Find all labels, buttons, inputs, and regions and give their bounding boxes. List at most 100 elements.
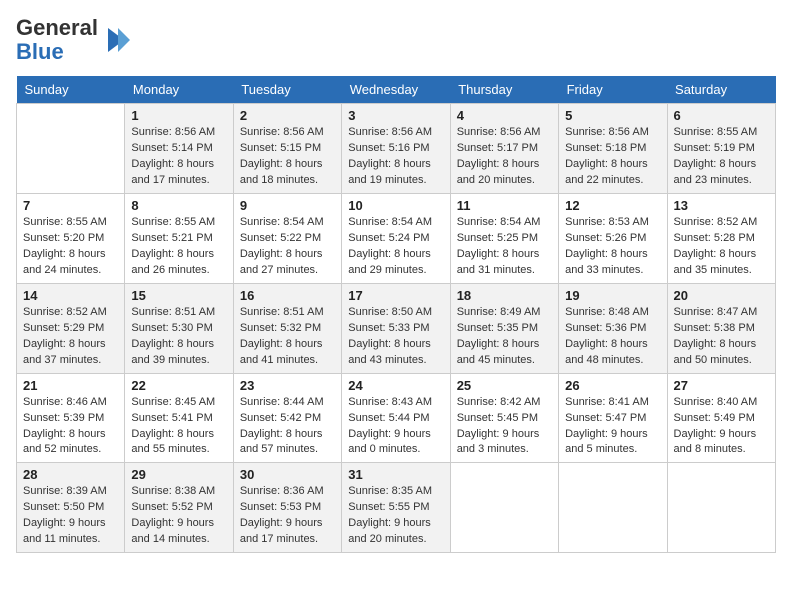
calendar-cell: 5 Sunrise: 8:56 AMSunset: 5:18 PMDayligh… (559, 104, 667, 194)
calendar-cell: 26 Sunrise: 8:41 AMSunset: 5:47 PMDaylig… (559, 373, 667, 463)
day-number: 3 (348, 108, 443, 123)
day-number: 14 (23, 288, 118, 303)
logo-icon (100, 24, 132, 56)
day-number: 28 (23, 467, 118, 482)
calendar-cell: 17 Sunrise: 8:50 AMSunset: 5:33 PMDaylig… (342, 283, 450, 373)
logo-blue-text: Blue (16, 39, 64, 64)
day-number: 24 (348, 378, 443, 393)
header-day-tuesday: Tuesday (233, 76, 341, 104)
day-number: 6 (674, 108, 769, 123)
day-number: 18 (457, 288, 552, 303)
day-info: Sunrise: 8:39 AMSunset: 5:50 PMDaylight:… (23, 485, 107, 545)
page-header: General Blue (16, 16, 776, 64)
day-info: Sunrise: 8:56 AMSunset: 5:14 PMDaylight:… (131, 126, 215, 186)
calendar-cell (450, 463, 558, 553)
day-number: 10 (348, 198, 443, 213)
calendar-table: SundayMondayTuesdayWednesdayThursdayFrid… (16, 76, 776, 553)
calendar-cell: 4 Sunrise: 8:56 AMSunset: 5:17 PMDayligh… (450, 104, 558, 194)
day-number: 26 (565, 378, 660, 393)
day-number: 25 (457, 378, 552, 393)
day-info: Sunrise: 8:52 AMSunset: 5:28 PMDaylight:… (674, 216, 758, 276)
calendar-cell: 28 Sunrise: 8:39 AMSunset: 5:50 PMDaylig… (17, 463, 125, 553)
calendar-cell: 24 Sunrise: 8:43 AMSunset: 5:44 PMDaylig… (342, 373, 450, 463)
header-day-wednesday: Wednesday (342, 76, 450, 104)
calendar-cell: 3 Sunrise: 8:56 AMSunset: 5:16 PMDayligh… (342, 104, 450, 194)
day-info: Sunrise: 8:54 AMSunset: 5:24 PMDaylight:… (348, 216, 432, 276)
day-info: Sunrise: 8:50 AMSunset: 5:33 PMDaylight:… (348, 306, 432, 366)
day-info: Sunrise: 8:51 AMSunset: 5:30 PMDaylight:… (131, 306, 215, 366)
calendar-cell: 2 Sunrise: 8:56 AMSunset: 5:15 PMDayligh… (233, 104, 341, 194)
day-info: Sunrise: 8:40 AMSunset: 5:49 PMDaylight:… (674, 396, 758, 456)
day-info: Sunrise: 8:56 AMSunset: 5:16 PMDaylight:… (348, 126, 432, 186)
day-info: Sunrise: 8:51 AMSunset: 5:32 PMDaylight:… (240, 306, 324, 366)
calendar-cell: 31 Sunrise: 8:35 AMSunset: 5:55 PMDaylig… (342, 463, 450, 553)
day-info: Sunrise: 8:56 AMSunset: 5:17 PMDaylight:… (457, 126, 541, 186)
day-info: Sunrise: 8:44 AMSunset: 5:42 PMDaylight:… (240, 396, 324, 456)
day-info: Sunrise: 8:36 AMSunset: 5:53 PMDaylight:… (240, 485, 324, 545)
calendar-cell: 11 Sunrise: 8:54 AMSunset: 5:25 PMDaylig… (450, 194, 558, 284)
day-info: Sunrise: 8:48 AMSunset: 5:36 PMDaylight:… (565, 306, 649, 366)
calendar-cell: 14 Sunrise: 8:52 AMSunset: 5:29 PMDaylig… (17, 283, 125, 373)
day-info: Sunrise: 8:46 AMSunset: 5:39 PMDaylight:… (23, 396, 107, 456)
calendar-cell: 1 Sunrise: 8:56 AMSunset: 5:14 PMDayligh… (125, 104, 233, 194)
day-info: Sunrise: 8:38 AMSunset: 5:52 PMDaylight:… (131, 485, 215, 545)
day-number: 29 (131, 467, 226, 482)
calendar-cell: 16 Sunrise: 8:51 AMSunset: 5:32 PMDaylig… (233, 283, 341, 373)
calendar-cell: 13 Sunrise: 8:52 AMSunset: 5:28 PMDaylig… (667, 194, 775, 284)
calendar-cell: 19 Sunrise: 8:48 AMSunset: 5:36 PMDaylig… (559, 283, 667, 373)
calendar-cell: 23 Sunrise: 8:44 AMSunset: 5:42 PMDaylig… (233, 373, 341, 463)
calendar-header-row: SundayMondayTuesdayWednesdayThursdayFrid… (17, 76, 776, 104)
calendar-cell: 18 Sunrise: 8:49 AMSunset: 5:35 PMDaylig… (450, 283, 558, 373)
day-number: 5 (565, 108, 660, 123)
calendar-cell (559, 463, 667, 553)
header-day-monday: Monday (125, 76, 233, 104)
day-number: 12 (565, 198, 660, 213)
calendar-cell: 8 Sunrise: 8:55 AMSunset: 5:21 PMDayligh… (125, 194, 233, 284)
logo: General Blue (16, 16, 132, 64)
calendar-cell: 25 Sunrise: 8:42 AMSunset: 5:45 PMDaylig… (450, 373, 558, 463)
day-number: 1 (131, 108, 226, 123)
day-info: Sunrise: 8:55 AMSunset: 5:19 PMDaylight:… (674, 126, 758, 186)
day-number: 27 (674, 378, 769, 393)
calendar-cell: 12 Sunrise: 8:53 AMSunset: 5:26 PMDaylig… (559, 194, 667, 284)
day-number: 23 (240, 378, 335, 393)
day-number: 16 (240, 288, 335, 303)
day-info: Sunrise: 8:49 AMSunset: 5:35 PMDaylight:… (457, 306, 541, 366)
day-number: 31 (348, 467, 443, 482)
day-info: Sunrise: 8:42 AMSunset: 5:45 PMDaylight:… (457, 396, 541, 456)
calendar-cell: 20 Sunrise: 8:47 AMSunset: 5:38 PMDaylig… (667, 283, 775, 373)
day-number: 15 (131, 288, 226, 303)
calendar-week-row: 14 Sunrise: 8:52 AMSunset: 5:29 PMDaylig… (17, 283, 776, 373)
day-info: Sunrise: 8:54 AMSunset: 5:25 PMDaylight:… (457, 216, 541, 276)
day-number: 8 (131, 198, 226, 213)
calendar-week-row: 21 Sunrise: 8:46 AMSunset: 5:39 PMDaylig… (17, 373, 776, 463)
header-day-sunday: Sunday (17, 76, 125, 104)
calendar-cell (17, 104, 125, 194)
day-info: Sunrise: 8:47 AMSunset: 5:38 PMDaylight:… (674, 306, 758, 366)
day-info: Sunrise: 8:52 AMSunset: 5:29 PMDaylight:… (23, 306, 107, 366)
day-info: Sunrise: 8:53 AMSunset: 5:26 PMDaylight:… (565, 216, 649, 276)
calendar-cell: 21 Sunrise: 8:46 AMSunset: 5:39 PMDaylig… (17, 373, 125, 463)
day-number: 19 (565, 288, 660, 303)
day-number: 20 (674, 288, 769, 303)
day-number: 21 (23, 378, 118, 393)
calendar-cell: 10 Sunrise: 8:54 AMSunset: 5:24 PMDaylig… (342, 194, 450, 284)
day-number: 7 (23, 198, 118, 213)
day-info: Sunrise: 8:56 AMSunset: 5:15 PMDaylight:… (240, 126, 324, 186)
calendar-cell: 30 Sunrise: 8:36 AMSunset: 5:53 PMDaylig… (233, 463, 341, 553)
day-number: 13 (674, 198, 769, 213)
calendar-week-row: 28 Sunrise: 8:39 AMSunset: 5:50 PMDaylig… (17, 463, 776, 553)
header-day-saturday: Saturday (667, 76, 775, 104)
day-info: Sunrise: 8:55 AMSunset: 5:21 PMDaylight:… (131, 216, 215, 276)
day-number: 22 (131, 378, 226, 393)
calendar-cell: 22 Sunrise: 8:45 AMSunset: 5:41 PMDaylig… (125, 373, 233, 463)
day-number: 9 (240, 198, 335, 213)
calendar-cell: 29 Sunrise: 8:38 AMSunset: 5:52 PMDaylig… (125, 463, 233, 553)
day-info: Sunrise: 8:54 AMSunset: 5:22 PMDaylight:… (240, 216, 324, 276)
day-info: Sunrise: 8:55 AMSunset: 5:20 PMDaylight:… (23, 216, 107, 276)
day-info: Sunrise: 8:56 AMSunset: 5:18 PMDaylight:… (565, 126, 649, 186)
calendar-cell: 9 Sunrise: 8:54 AMSunset: 5:22 PMDayligh… (233, 194, 341, 284)
day-info: Sunrise: 8:35 AMSunset: 5:55 PMDaylight:… (348, 485, 432, 545)
day-number: 30 (240, 467, 335, 482)
calendar-cell: 15 Sunrise: 8:51 AMSunset: 5:30 PMDaylig… (125, 283, 233, 373)
